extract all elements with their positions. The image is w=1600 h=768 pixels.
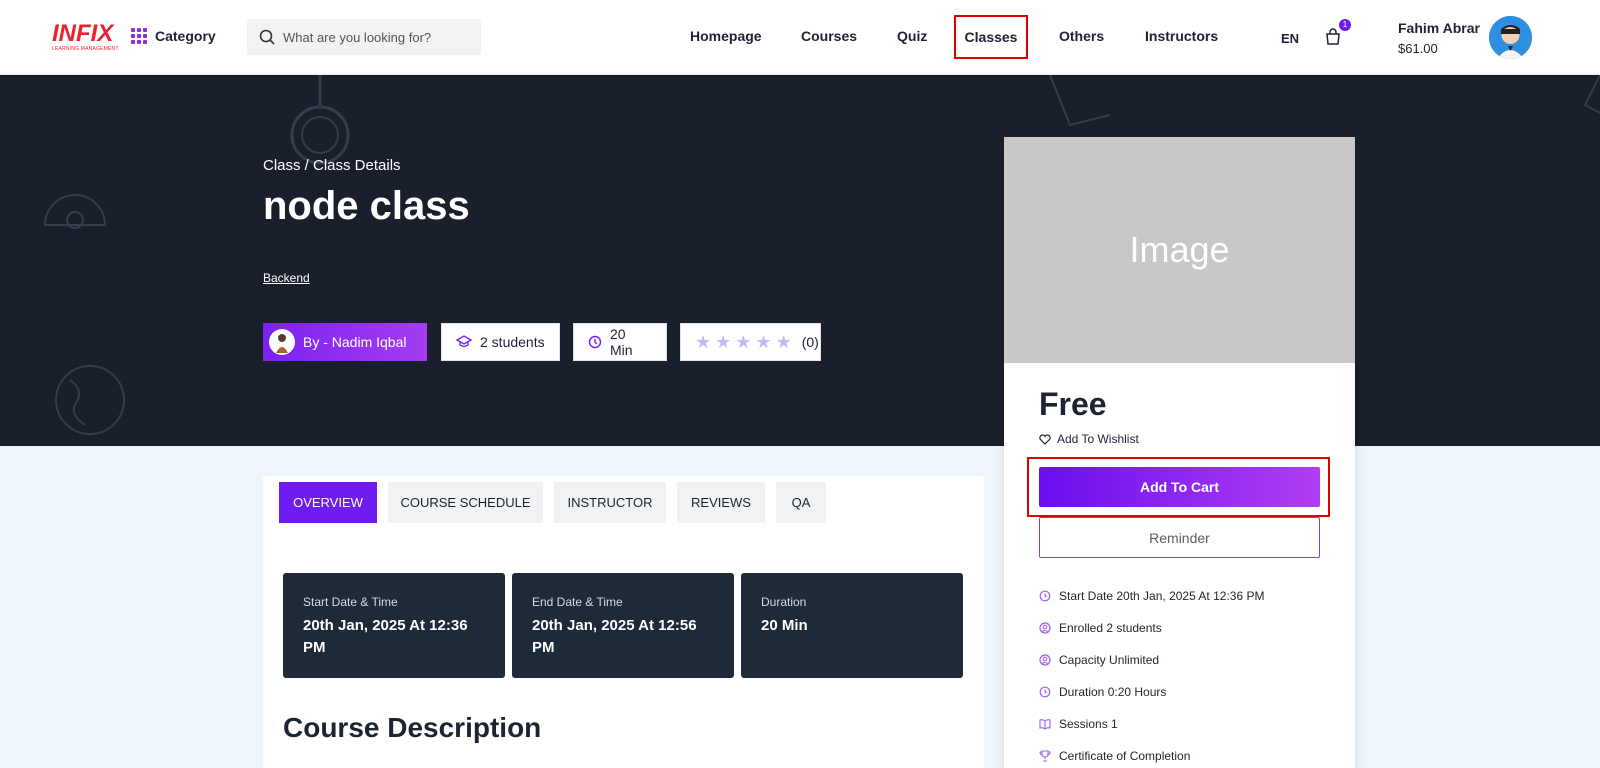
add-to-wishlist[interactable]: Add To Wishlist xyxy=(1039,432,1139,446)
search-bar xyxy=(247,19,481,55)
course-description-heading: Course Description xyxy=(283,712,542,743)
info-value: 20 Min xyxy=(761,617,808,634)
star-icon: ★ xyxy=(755,331,772,352)
category-label: Category xyxy=(155,28,216,44)
nav-quiz[interactable]: Quiz xyxy=(897,28,927,44)
clock-icon xyxy=(1039,686,1051,698)
meta-text: Certificate of Completion xyxy=(1059,749,1191,763)
nav-others[interactable]: Others xyxy=(1059,28,1104,44)
user-avatar-icon xyxy=(1489,16,1532,59)
meta-text: Enrolled 2 students xyxy=(1059,621,1162,635)
trophy-icon xyxy=(1039,750,1051,762)
star-icon: ★ xyxy=(735,331,752,352)
tab-course-schedule[interactable]: COURSE SCHEDULE xyxy=(388,482,543,523)
edge-decoration-icon xyxy=(1583,75,1600,114)
user-name[interactable]: Fahim Abrar xyxy=(1398,20,1480,36)
nav-classes-label: Classes xyxy=(964,29,1018,45)
wishlist-label: Add To Wishlist xyxy=(1057,432,1139,446)
tab-overview[interactable]: OVERVIEW xyxy=(279,482,377,523)
meta-duration: Duration 0:20 Hours xyxy=(1039,685,1166,699)
hero-section xyxy=(0,75,1600,446)
instructor-avatar xyxy=(269,329,295,355)
students-count: 2 students xyxy=(480,334,545,350)
info-label: Duration xyxy=(761,595,807,609)
meta-start-date: Start Date 20th Jan, 2025 At 12:36 PM xyxy=(1039,589,1264,603)
star-icon: ★ xyxy=(715,331,732,352)
students-chip: 2 students xyxy=(441,323,560,361)
rating-count: (0) xyxy=(801,334,819,350)
instructor-chip[interactable]: By - Nadim Iqbal xyxy=(263,323,427,361)
nav-homepage[interactable]: Homepage xyxy=(690,28,762,44)
add-to-cart-button[interactable]: Add To Cart xyxy=(1039,467,1320,507)
duration-chip: 20 Min xyxy=(573,323,667,361)
info-label: Start Date & Time xyxy=(303,595,398,609)
class-image: Image xyxy=(1004,137,1355,363)
user-icon xyxy=(1039,622,1051,634)
meta-text: Duration 0:20 Hours xyxy=(1059,685,1167,699)
info-value: 20th Jan, 2025 At 12:56 PM xyxy=(532,617,697,656)
magnifier-decoration-icon xyxy=(290,75,350,165)
grid-icon xyxy=(131,28,147,44)
duration-box: Duration 20 Min xyxy=(741,573,963,678)
user-icon xyxy=(1039,654,1051,666)
duration-value: 20 Min xyxy=(610,326,633,358)
meta-enrolled: Enrolled 2 students xyxy=(1039,621,1162,635)
meta-text: Capacity Unlimited xyxy=(1059,653,1160,667)
tab-reviews[interactable]: REVIEWS xyxy=(677,482,765,523)
category-tag[interactable]: Backend xyxy=(263,271,310,285)
reminder-button[interactable]: Reminder xyxy=(1039,517,1320,558)
info-value: 20th Jan, 2025 At 12:36 PM xyxy=(303,617,468,656)
site-logo[interactable]: INFIX LEARNING MANAGEMENT xyxy=(52,20,119,53)
meta-capacity: Capacity Unlimited xyxy=(1039,653,1159,667)
heart-icon xyxy=(1039,433,1051,445)
search-icon xyxy=(259,29,275,45)
nav-instructors[interactable]: Instructors xyxy=(1145,28,1218,44)
user-balance: $61.00 xyxy=(1398,41,1438,56)
meta-certificate: Certificate of Completion xyxy=(1039,749,1190,763)
image-placeholder-label: Image xyxy=(1129,229,1230,270)
instructor-avatar-icon xyxy=(276,334,288,353)
price: Free xyxy=(1039,386,1107,422)
instructor-label: By - Nadim Iqbal xyxy=(303,334,407,350)
book-decoration-icon xyxy=(1049,75,1111,127)
cart-count-badge: 1 xyxy=(1339,19,1351,31)
logo-text: INFIX xyxy=(52,20,114,47)
meta-sessions: Sessions 1 xyxy=(1039,717,1118,731)
history-icon xyxy=(588,335,602,349)
tab-instructor[interactable]: INSTRUCTOR xyxy=(554,482,666,523)
avatar[interactable] xyxy=(1489,16,1532,59)
search-input[interactable] xyxy=(283,29,463,45)
logo-subtext: LEARNING MANAGEMENT xyxy=(52,46,119,52)
end-datetime-box: End Date & Time 20th Jan, 2025 At 12:56 … xyxy=(512,573,734,678)
category-menu[interactable]: Category xyxy=(131,28,216,44)
clock-icon xyxy=(1039,590,1051,602)
book-icon xyxy=(1039,719,1051,730)
protractor-decoration-icon xyxy=(43,194,107,229)
info-label: End Date & Time xyxy=(532,595,623,609)
star-icon: ★ xyxy=(695,331,712,352)
cart-icon[interactable] xyxy=(1323,27,1343,47)
breadcrumb: Class / Class Details xyxy=(263,157,401,174)
tab-qa[interactable]: QA xyxy=(776,482,826,523)
meta-text: Start Date 20th Jan, 2025 At 12:36 PM xyxy=(1059,589,1265,603)
nav-classes[interactable]: Classes xyxy=(954,15,1028,59)
nav-courses[interactable]: Courses xyxy=(801,28,857,44)
graduation-cap-icon xyxy=(456,335,472,348)
meta-text: Sessions 1 xyxy=(1059,717,1118,731)
start-datetime-box: Start Date & Time 20th Jan, 2025 At 12:3… xyxy=(283,573,505,678)
language-switcher[interactable]: EN xyxy=(1281,31,1299,46)
rating-chip: ★ ★ ★ ★ ★ (0) xyxy=(680,323,821,361)
globe-decoration-icon xyxy=(55,365,125,435)
star-icon: ★ xyxy=(775,331,792,352)
top-header: INFIX LEARNING MANAGEMENT Category Homep… xyxy=(0,0,1600,75)
page-title: node class xyxy=(263,184,470,228)
